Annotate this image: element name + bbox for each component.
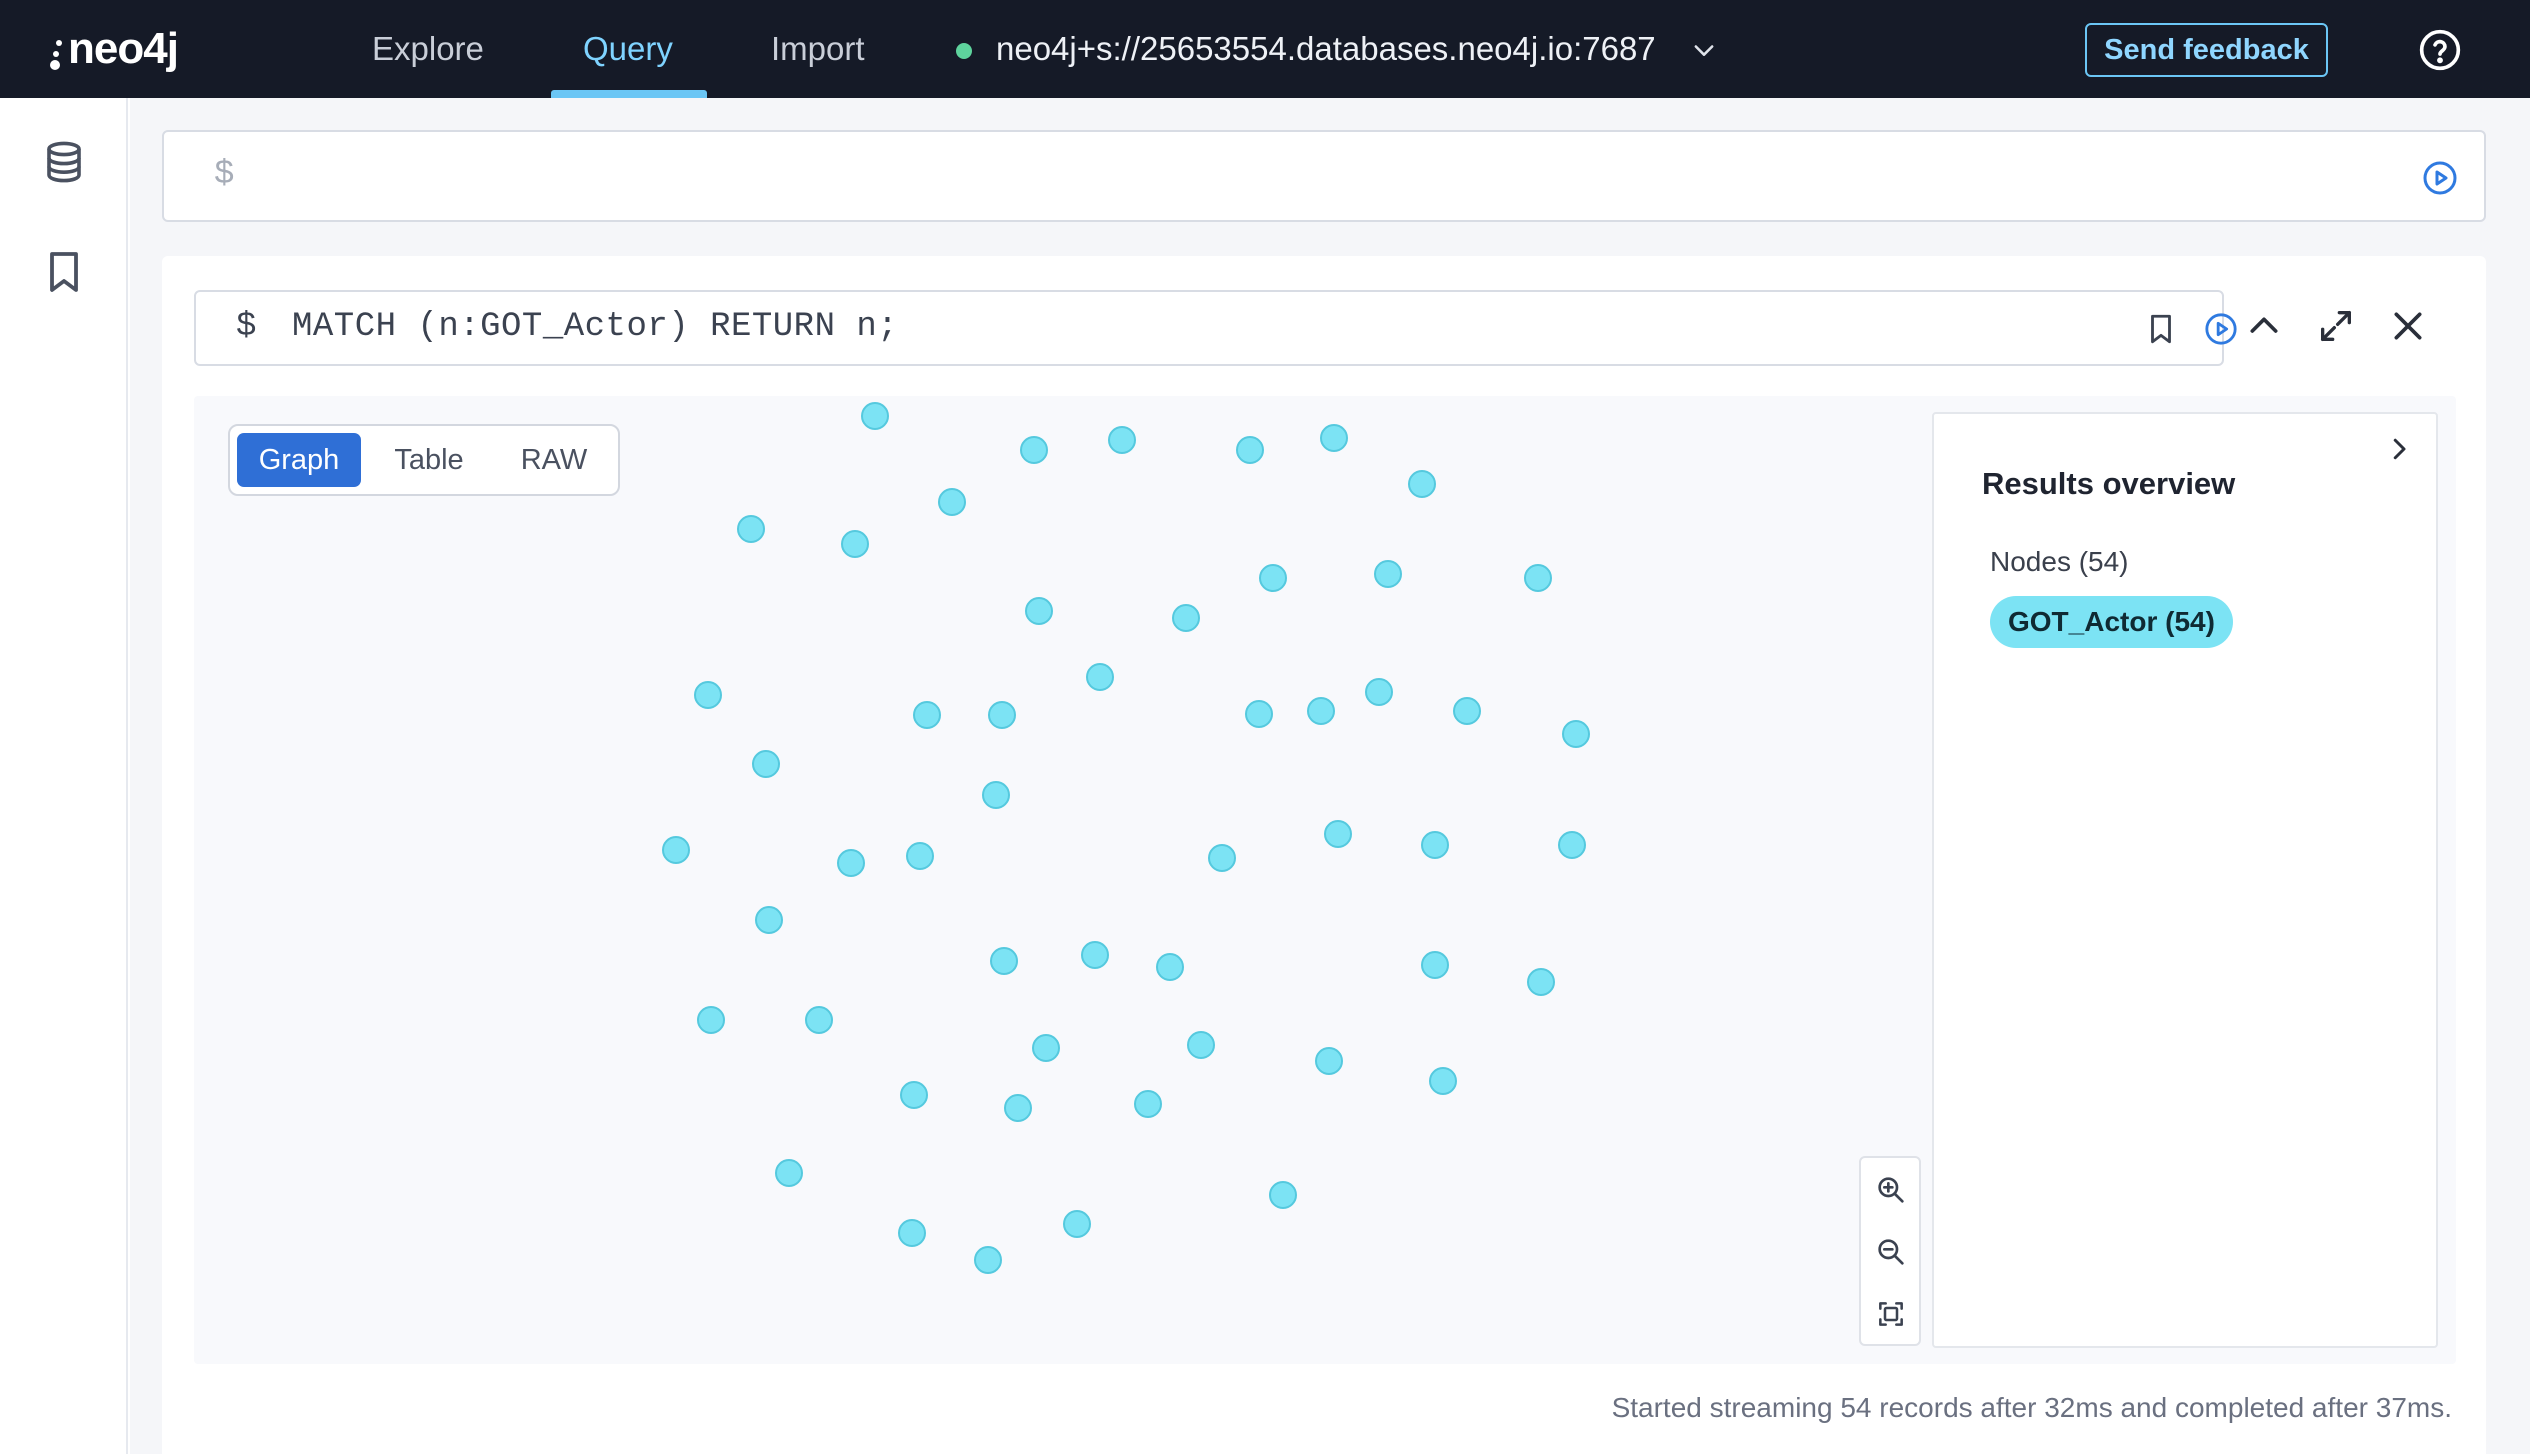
connection-status-dot [956, 43, 972, 59]
graph-node[interactable] [1020, 436, 1048, 464]
graph-node[interactable] [1315, 1047, 1343, 1075]
graph-node[interactable] [1269, 1181, 1297, 1209]
tab-table[interactable]: Table [370, 433, 488, 487]
graph-node[interactable] [1374, 560, 1402, 588]
graph-node[interactable] [1032, 1034, 1060, 1062]
graph-node[interactable] [1524, 564, 1552, 592]
neo4j-logo[interactable]: neo4j [50, 24, 179, 74]
graph-node[interactable] [1156, 953, 1184, 981]
label-pill-got-actor[interactable]: GOT_Actor (54) [1990, 596, 2233, 648]
main-area: $ $ MATCH (n:GOT_Actor) RETURN n; Graph … [130, 98, 2530, 1454]
graph-node[interactable] [1453, 697, 1481, 725]
send-feedback-button[interactable]: Send feedback [2085, 23, 2328, 77]
editor-prompt: $ [214, 156, 235, 194]
nodes-count-label: Nodes (54) [1990, 546, 2129, 577]
chevron-down-icon[interactable] [1690, 36, 1718, 64]
graph-node[interactable] [837, 849, 865, 877]
graph-node[interactable] [913, 701, 941, 729]
graph-node[interactable] [1172, 604, 1200, 632]
status-message: Started streaming 54 records after 32ms … [1611, 1392, 2452, 1423]
nav-tab-explore[interactable]: Explore [372, 0, 484, 98]
graph-node[interactable] [737, 515, 765, 543]
tab-raw[interactable]: RAW [496, 433, 612, 487]
active-tab-indicator [551, 90, 707, 98]
graph-node[interactable] [974, 1246, 1002, 1274]
graph-node[interactable] [861, 402, 889, 430]
rerun-icon[interactable] [2204, 312, 2238, 346]
graph-node[interactable] [990, 947, 1018, 975]
nav-tab-query[interactable]: Query [583, 0, 673, 98]
graph-node[interactable] [1320, 424, 1348, 452]
graph-node[interactable] [662, 836, 690, 864]
graph-node[interactable] [805, 1006, 833, 1034]
save-bookmark-icon[interactable] [2144, 312, 2178, 346]
tab-graph[interactable]: Graph [237, 433, 361, 487]
graph-node[interactable] [1527, 968, 1555, 996]
help-icon[interactable] [2418, 28, 2462, 72]
graph-node[interactable] [898, 1219, 926, 1247]
graph-node[interactable] [1134, 1090, 1162, 1118]
graph-node[interactable] [1025, 597, 1053, 625]
graph-node[interactable] [1245, 700, 1273, 728]
zoom-in-icon[interactable] [1875, 1174, 1907, 1206]
graph-node[interactable] [1187, 1031, 1215, 1059]
graph-node[interactable] [982, 781, 1010, 809]
graph-node[interactable] [775, 1159, 803, 1187]
graph-node[interactable] [1081, 941, 1109, 969]
graph-node[interactable] [1307, 697, 1335, 725]
close-icon[interactable] [2388, 306, 2428, 346]
graph-node[interactable] [755, 906, 783, 934]
view-switcher: Graph Table RAW [228, 424, 620, 496]
graph-node[interactable] [752, 750, 780, 778]
graph-node[interactable] [1429, 1067, 1457, 1095]
nav-tab-import[interactable]: Import [771, 0, 865, 98]
database-icon[interactable] [40, 138, 88, 186]
graph-node[interactable] [1086, 663, 1114, 691]
graph-node[interactable] [1324, 820, 1352, 848]
query-editor[interactable]: $ [162, 130, 2486, 222]
fit-to-screen-icon[interactable] [1875, 1298, 1907, 1330]
graph-node[interactable] [1208, 844, 1236, 872]
frame-query-editor[interactable]: $ MATCH (n:GOT_Actor) RETURN n; [194, 290, 2237, 366]
connection-url[interactable]: neo4j+s://25653554.databases.neo4j.io:76… [996, 26, 1656, 72]
graph-visualization[interactable]: Graph Table RAW Results overview Nodes (… [194, 396, 2456, 1364]
graph-node[interactable] [1004, 1094, 1032, 1122]
graph-node[interactable] [1108, 426, 1136, 454]
bookmark-icon[interactable] [40, 248, 88, 296]
collapse-icon[interactable] [2244, 306, 2284, 346]
zoom-controls [1859, 1156, 1921, 1346]
frame-query-text[interactable]: MATCH (n:GOT_Actor) RETURN n; [292, 308, 898, 346]
graph-node[interactable] [1408, 470, 1436, 498]
graph-node[interactable] [1421, 831, 1449, 859]
sidebar [0, 98, 128, 1454]
graph-node[interactable] [1421, 951, 1449, 979]
logo-text: neo4j [68, 24, 179, 73]
graph-node[interactable] [900, 1081, 928, 1109]
top-bar: neo4j Explore Query Import neo4j+s://256… [0, 0, 2530, 98]
run-icon[interactable] [2422, 160, 2458, 196]
graph-node[interactable] [1259, 564, 1287, 592]
frame-prompt: $ [236, 308, 257, 346]
graph-node[interactable] [906, 842, 934, 870]
fullscreen-icon[interactable] [2316, 306, 2356, 346]
graph-node[interactable] [1365, 678, 1393, 706]
graph-canvas[interactable] [194, 396, 1914, 1364]
graph-node[interactable] [1558, 831, 1586, 859]
logo-dots-icon [50, 27, 66, 71]
graph-node[interactable] [988, 701, 1016, 729]
results-overview-panel: Results overview Nodes (54) GOT_Actor (5… [1932, 412, 2438, 1348]
graph-node[interactable] [697, 1006, 725, 1034]
graph-node[interactable] [841, 530, 869, 558]
graph-node[interactable] [694, 681, 722, 709]
graph-node[interactable] [938, 488, 966, 516]
chevron-right-icon[interactable] [2384, 434, 2414, 464]
overview-title: Results overview [1982, 466, 2236, 501]
graph-node[interactable] [1562, 720, 1590, 748]
graph-node[interactable] [1063, 1210, 1091, 1238]
graph-node[interactable] [1236, 436, 1264, 464]
result-frame: $ MATCH (n:GOT_Actor) RETURN n; Graph Ta… [162, 256, 2486, 1454]
zoom-out-icon[interactable] [1875, 1236, 1907, 1268]
